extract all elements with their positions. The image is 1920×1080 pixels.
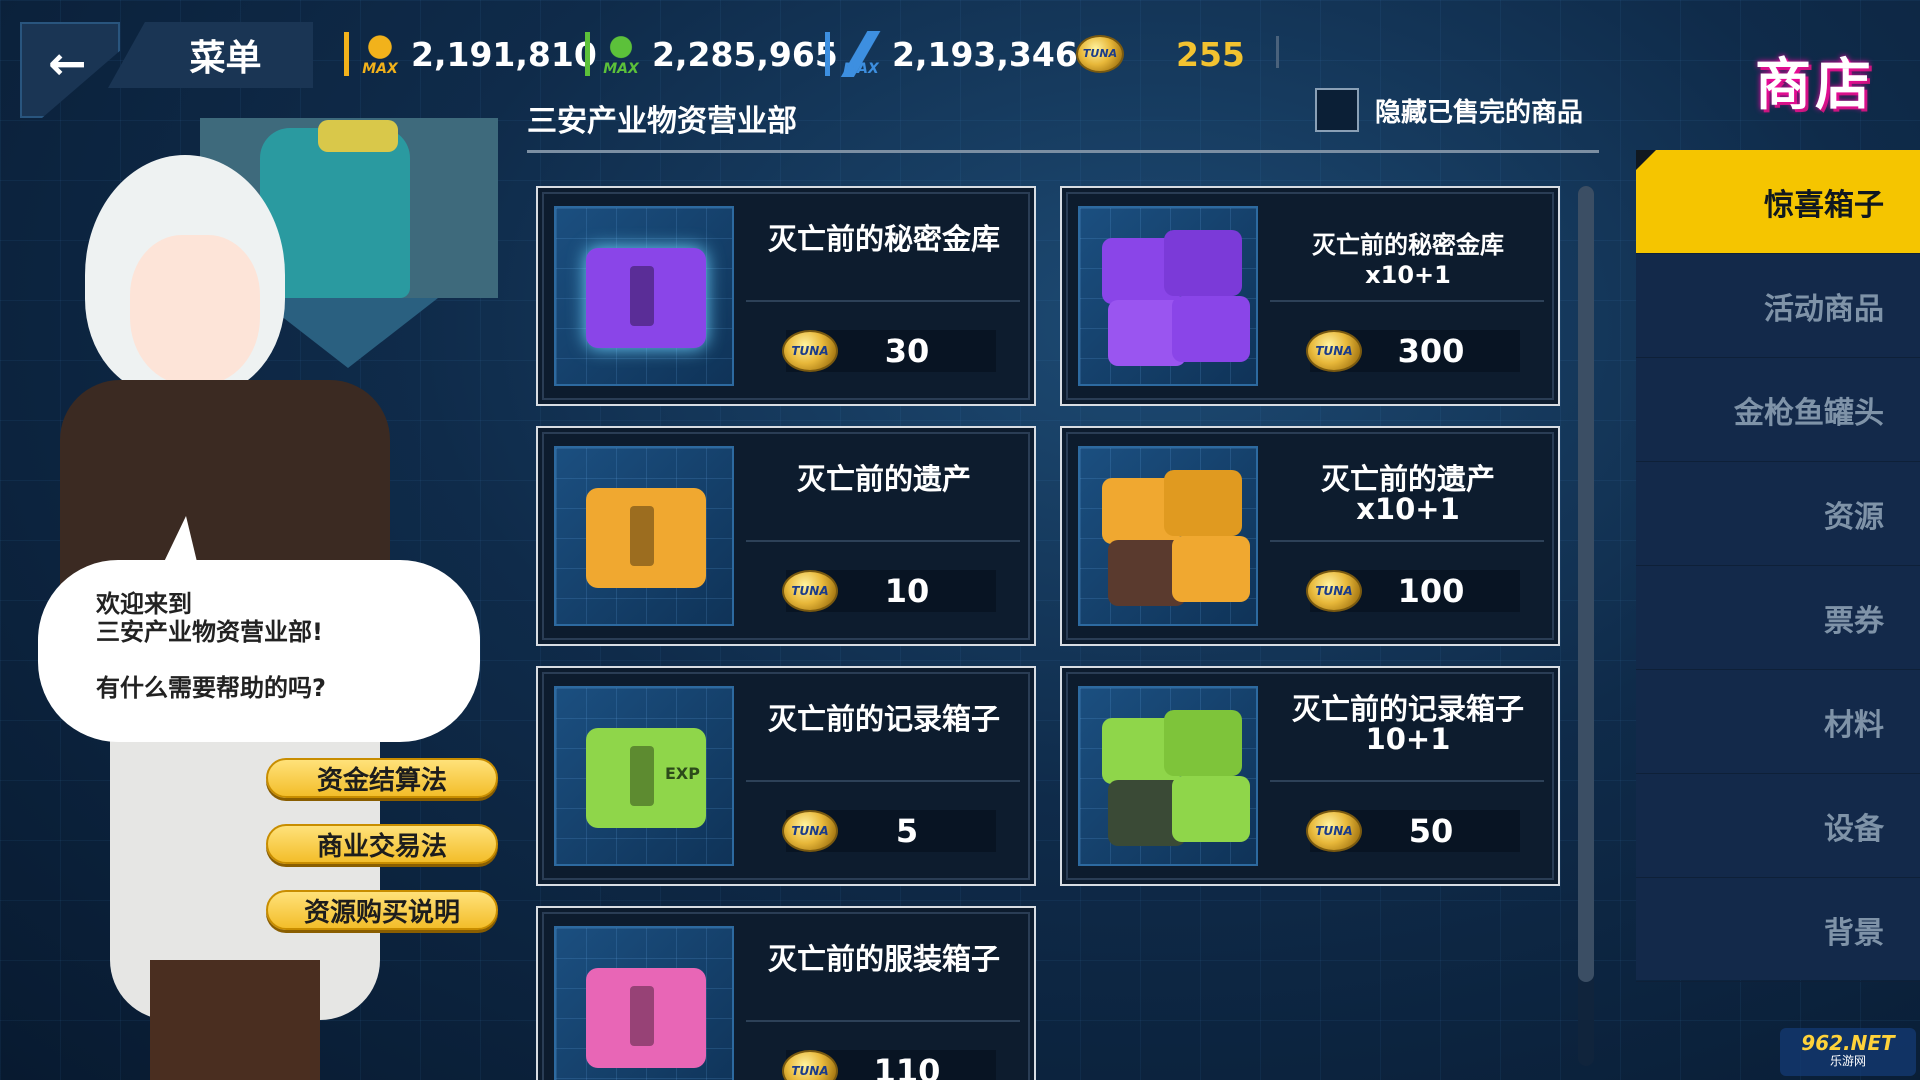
header-divider-line bbox=[527, 150, 1599, 153]
tuna-coin-icon: TUNA bbox=[1076, 35, 1124, 73]
tab-materials[interactable]: 材料 bbox=[1636, 670, 1920, 774]
back-arrow-icon: ← bbox=[48, 36, 87, 90]
hide-sold-toggle[interactable]: 隐藏已售完的商品 bbox=[1315, 88, 1583, 132]
product-title: 灭亡前的记录箱子 10+1 bbox=[1291, 692, 1524, 756]
product-grid: 灭亡前的秘密金库 TUNA 30 灭亡前的秘密金库x10+1 TUNA 300 灭亡… bbox=[536, 186, 1566, 1080]
product-card[interactable]: 灭亡前的遗产x10+1 TUNA 100 bbox=[1060, 426, 1560, 646]
product-title: 灭亡前的秘密金库 bbox=[767, 222, 1000, 256]
tuna-coin-icon: TUNA bbox=[782, 810, 838, 852]
fund-settlement-button[interactable]: 资金结算法 bbox=[266, 758, 498, 798]
product-card[interactable]: 灭亡前的秘密金库x10+1 TUNA 300 bbox=[1060, 186, 1560, 406]
resource-energy-value: 2,285,965 bbox=[652, 34, 838, 74]
price-tag: TUNA 100 bbox=[1306, 570, 1520, 612]
price-value: 100 bbox=[1397, 572, 1465, 610]
price-value: 50 bbox=[1408, 812, 1454, 850]
gear-max-icon: MAX bbox=[357, 31, 403, 77]
shopkeeper-legs bbox=[150, 960, 320, 1080]
speech-line-2: 三安产业物资营业部! bbox=[96, 618, 323, 646]
watermark-sub: 乐游网 bbox=[1829, 1054, 1866, 1068]
resource-lightning: MAX 2,193,346 bbox=[825, 26, 1078, 82]
pink-costume-box-icon bbox=[554, 926, 734, 1080]
resource-gear-value: 2,191,810 bbox=[411, 34, 597, 74]
header-divider bbox=[1276, 36, 1279, 68]
tab-tuna-can[interactable]: 金枪鱼罐头 bbox=[1636, 358, 1920, 462]
resource-gear: MAX 2,191,810 bbox=[344, 26, 597, 82]
exp-label: EXP bbox=[665, 764, 700, 783]
price-tag: TUNA 300 bbox=[1306, 330, 1520, 372]
page-title: 商店 bbox=[1755, 53, 1875, 118]
price-value: 30 bbox=[884, 332, 930, 370]
product-title: 灭亡前的秘密金库x10+1 bbox=[1312, 231, 1504, 289]
purple-vault-stack-icon bbox=[1078, 206, 1258, 386]
product-card[interactable]: 灭亡前的秘密金库 TUNA 30 bbox=[536, 186, 1036, 406]
resource-tuna-coin: TUNA 255 bbox=[1076, 26, 1245, 82]
speech-line-1: 欢迎来到 bbox=[96, 590, 192, 618]
tab-tickets[interactable]: 票券 bbox=[1636, 566, 1920, 670]
tab-resources[interactable]: 资源 bbox=[1636, 462, 1920, 566]
speech-bubble: 欢迎来到 三安产业物资营业部! 有什么需要帮助的吗? bbox=[38, 516, 480, 742]
product-title: 灭亡前的服装箱子 bbox=[767, 942, 1000, 976]
lightning-max-icon: MAX bbox=[838, 31, 884, 77]
price-tag: TUNA 110 bbox=[782, 1050, 996, 1080]
price-value: 110 bbox=[873, 1052, 941, 1080]
product-card[interactable]: EXP 灭亡前的记录箱子 TUNA 5 bbox=[536, 666, 1036, 886]
price-value: 5 bbox=[895, 812, 919, 850]
orange-legacy-box-icon bbox=[554, 446, 734, 626]
watermark-brand: 962.NET bbox=[1801, 1031, 1895, 1055]
product-title: 灭亡前的遗产x10+1 bbox=[1320, 462, 1495, 526]
commerce-law-button[interactable]: 商业交易法 bbox=[266, 824, 498, 864]
tuna-coin-icon: TUNA bbox=[1306, 570, 1362, 612]
resource-energy: MAX 2,285,965 bbox=[585, 26, 838, 82]
tuna-coin-icon: TUNA bbox=[1306, 810, 1362, 852]
purple-vault-box-icon bbox=[554, 206, 734, 386]
tab-background[interactable]: 背景 bbox=[1636, 878, 1920, 982]
category-sidebar: 惊喜箱子 活动商品 金枪鱼罐头 资源 票券 材料 设备 背景 bbox=[1636, 150, 1920, 982]
hide-sold-label: 隐藏已售完的商品 bbox=[1375, 97, 1584, 128]
resource-purchase-info-button[interactable]: 资源购买说明 bbox=[266, 890, 498, 930]
price-tag: TUNA 30 bbox=[782, 330, 996, 372]
portrait-pointer bbox=[258, 298, 438, 368]
site-watermark: 962.NET 乐游网 bbox=[1780, 1028, 1916, 1076]
price-value: 10 bbox=[884, 572, 930, 610]
scrollbar-thumb[interactable] bbox=[1578, 186, 1594, 982]
tab-event-goods[interactable]: 活动商品 bbox=[1636, 254, 1920, 358]
speech-line-3: 有什么需要帮助的吗? bbox=[96, 674, 326, 702]
tuna-coin-icon: TUNA bbox=[782, 570, 838, 612]
green-record-box-icon: EXP bbox=[554, 686, 734, 866]
orange-legacy-stack-icon bbox=[1078, 446, 1258, 626]
tuna-coin-value: 255 bbox=[1176, 34, 1245, 74]
product-card[interactable]: 灭亡前的记录箱子 10+1 TUNA 50 bbox=[1060, 666, 1560, 886]
shopkeeper-face bbox=[130, 235, 260, 385]
tuna-coin-icon: TUNA bbox=[782, 1050, 838, 1080]
product-card[interactable]: 灭亡前的遗产 TUNA 10 bbox=[536, 426, 1036, 646]
green-record-stack-icon bbox=[1078, 686, 1258, 866]
energy-max-icon: MAX bbox=[598, 31, 644, 77]
tuna-coin-icon: TUNA bbox=[1306, 330, 1362, 372]
tuna-coin-icon: TUNA bbox=[782, 330, 838, 372]
price-tag: TUNA 5 bbox=[782, 810, 996, 852]
product-title: 灭亡前的记录箱子 bbox=[767, 702, 1000, 736]
tab-surprise-box[interactable]: 惊喜箱子 bbox=[1636, 150, 1920, 254]
product-title: 灭亡前的遗产 bbox=[796, 462, 971, 496]
hide-sold-checkbox[interactable] bbox=[1315, 88, 1359, 132]
price-value: 300 bbox=[1397, 332, 1465, 370]
product-card[interactable]: 灭亡前的服装箱子 TUNA 110 bbox=[536, 906, 1036, 1080]
department-name: 三安产业物资营业部 bbox=[527, 104, 797, 139]
tab-equipment[interactable]: 设备 bbox=[1636, 774, 1920, 878]
product-scrollbar[interactable] bbox=[1578, 186, 1594, 1066]
price-tag: TUNA 50 bbox=[1306, 810, 1520, 852]
price-tag: TUNA 10 bbox=[782, 570, 996, 612]
resource-lightning-value: 2,193,346 bbox=[892, 34, 1078, 74]
